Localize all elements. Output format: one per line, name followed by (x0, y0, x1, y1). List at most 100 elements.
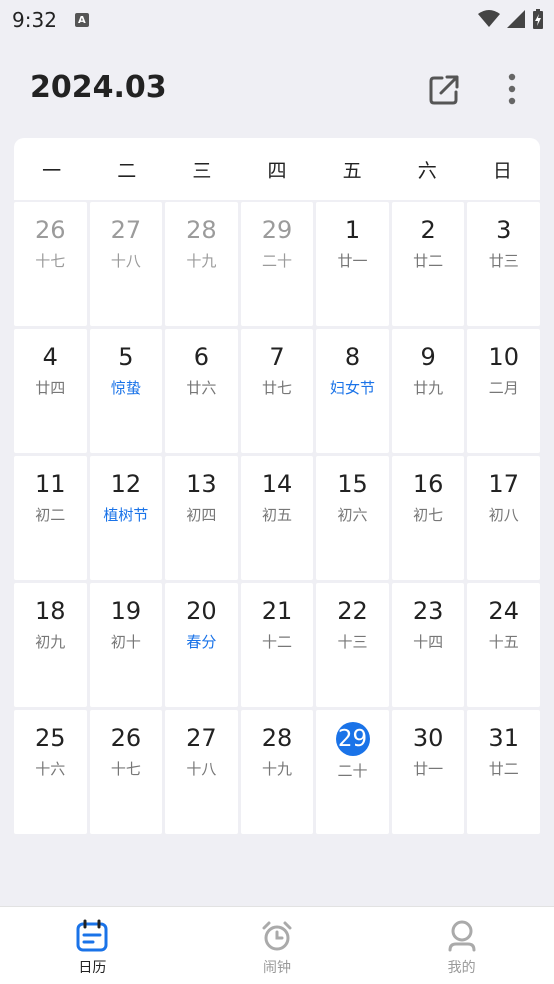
lunar-date: 十八 (110, 252, 141, 270)
day-number: 28 (261, 724, 293, 752)
day-cell[interactable]: 21 十二 (240, 583, 314, 707)
day-number: 25 (35, 724, 66, 752)
festival-label: 惊蛰 (110, 379, 141, 397)
weekday-label: 五 (342, 159, 362, 182)
day-cell[interactable]: 4 廿四 (14, 329, 87, 453)
status-time: 9:32 (12, 8, 57, 32)
lunar-date: 廿二 (488, 760, 519, 778)
day-cell[interactable]: 26 十七 (14, 202, 87, 326)
day-grid: 26 十七 27 十八 28 十九 29 二十 1 廿一 2 廿二 3 廿三 4 廿四 5 惊蛰 6 廿六 7 廿七 8 妇女… (14, 202, 540, 834)
day-number: 5 (118, 343, 134, 371)
day-cell[interactable]: 13 初四 (165, 456, 238, 580)
lunar-date: 十九 (186, 252, 217, 270)
day-cell[interactable]: 20 春分 (165, 583, 238, 707)
day-number: 3 (496, 216, 512, 244)
lunar-date: 二十 (337, 762, 368, 780)
lunar-date: 十六 (35, 760, 66, 778)
month-title: 2024.03 (30, 70, 167, 105)
day-cell[interactable]: 1 廿一 (316, 202, 389, 326)
nav-profile[interactable]: 我的 (369, 907, 554, 984)
lunar-date: 廿六 (186, 379, 217, 397)
lunar-date: 十四 (413, 633, 444, 651)
day-cell[interactable]: 11 初二 (14, 456, 87, 580)
day-cell[interactable]: 31 廿二 (467, 710, 540, 834)
day-cell[interactable]: 7 廿七 (240, 329, 314, 453)
day-number: 31 (488, 724, 519, 752)
lunar-date: 廿三 (488, 252, 519, 270)
lunar-date: 廿九 (413, 379, 444, 397)
day-cell[interactable]: 27 十八 (89, 202, 163, 326)
day-number: 27 (110, 216, 142, 244)
day-cell[interactable]: 2 廿二 (391, 202, 465, 326)
nav-calendar[interactable]: 日历 (0, 907, 185, 984)
lunar-date: 初七 (413, 506, 444, 524)
profile-icon (448, 920, 476, 952)
day-number: 19 (110, 597, 142, 625)
weekday-label: 三 (192, 159, 212, 182)
lunar-date: 廿七 (261, 379, 292, 397)
day-cell[interactable]: 6 廿六 (165, 329, 238, 453)
day-cell[interactable]: 16 初七 (391, 456, 465, 580)
day-cell[interactable]: 23 十四 (391, 583, 465, 707)
weekday-header: 一 二 三 四 五 六 日 (14, 138, 540, 200)
day-cell[interactable]: 28 十九 (240, 710, 314, 834)
day-cell[interactable]: 25 十六 (14, 710, 87, 834)
festival-label: 植树节 (103, 506, 149, 524)
calendar-icon (76, 919, 108, 952)
day-cell[interactable]: 8 妇女节 (316, 329, 389, 453)
day-cell[interactable]: 28 十九 (165, 202, 238, 326)
weekday-label: 四 (267, 159, 287, 182)
lunar-date: 十三 (337, 633, 368, 651)
lunar-date: 十八 (186, 760, 217, 778)
day-cell[interactable]: 30 廿一 (391, 710, 465, 834)
lunar-date: 十二 (261, 633, 292, 651)
day-number: 28 (186, 216, 217, 244)
lunar-date: 初九 (35, 633, 66, 651)
day-cell[interactable]: 10 二月 (467, 329, 540, 453)
day-cell[interactable]: 9 廿九 (391, 329, 465, 453)
day-cell[interactable]: 3 廿三 (467, 202, 540, 326)
bottom-nav: 日历 闹钟 我的 (0, 906, 554, 984)
day-number: 15 (337, 470, 368, 498)
day-cell[interactable]: 27 十八 (165, 710, 238, 834)
day-cell[interactable]: 24 十五 (467, 583, 540, 707)
day-number: 4 (42, 343, 58, 371)
nav-label: 我的 (447, 960, 476, 976)
day-number: 6 (193, 343, 210, 371)
day-cell[interactable]: 5 惊蛰 (89, 329, 163, 453)
wifi-icon (478, 10, 500, 27)
weekday-label: 六 (417, 159, 437, 182)
lunar-date: 廿一 (337, 252, 368, 270)
day-number: 7 (269, 343, 285, 371)
status-icons (478, 8, 544, 30)
lunar-date: 十九 (261, 760, 292, 778)
lunar-date: 二十 (261, 252, 292, 270)
day-cell[interactable]: 22 十三 (316, 583, 389, 707)
day-cell[interactable]: 14 初五 (240, 456, 314, 580)
nav-label: 闹钟 (263, 960, 291, 976)
day-cell[interactable]: 15 初六 (316, 456, 389, 580)
day-number: 16 (412, 470, 444, 498)
nav-alarm[interactable]: 闹钟 (185, 907, 370, 984)
notification-a-icon: A (74, 13, 89, 27)
day-cell[interactable]: 12 植树节 (89, 456, 163, 580)
day-cell-today[interactable]: 29 二十 (316, 710, 389, 834)
day-number: 14 (261, 470, 293, 498)
day-cell[interactable]: 26 十七 (89, 710, 163, 834)
festival-label: 妇女节 (330, 379, 376, 397)
day-number: 24 (488, 597, 519, 625)
day-cell[interactable]: 19 初十 (89, 583, 163, 707)
more-vertical-icon[interactable] (500, 72, 524, 108)
day-number: 26 (110, 724, 142, 752)
status-bar: 9:32 A (0, 0, 554, 40)
day-cell[interactable]: 29 二十 (240, 202, 314, 326)
day-cell[interactable]: 17 初八 (467, 456, 540, 580)
nav-label: 日历 (78, 960, 107, 976)
day-number: 9 (420, 343, 436, 371)
weekday-label: 二 (117, 159, 137, 182)
day-number: 20 (186, 597, 217, 625)
lunar-date: 初六 (337, 506, 368, 524)
share-external-icon[interactable] (426, 72, 462, 108)
day-cell[interactable]: 18 初九 (14, 583, 87, 707)
signal-icon (507, 10, 525, 28)
